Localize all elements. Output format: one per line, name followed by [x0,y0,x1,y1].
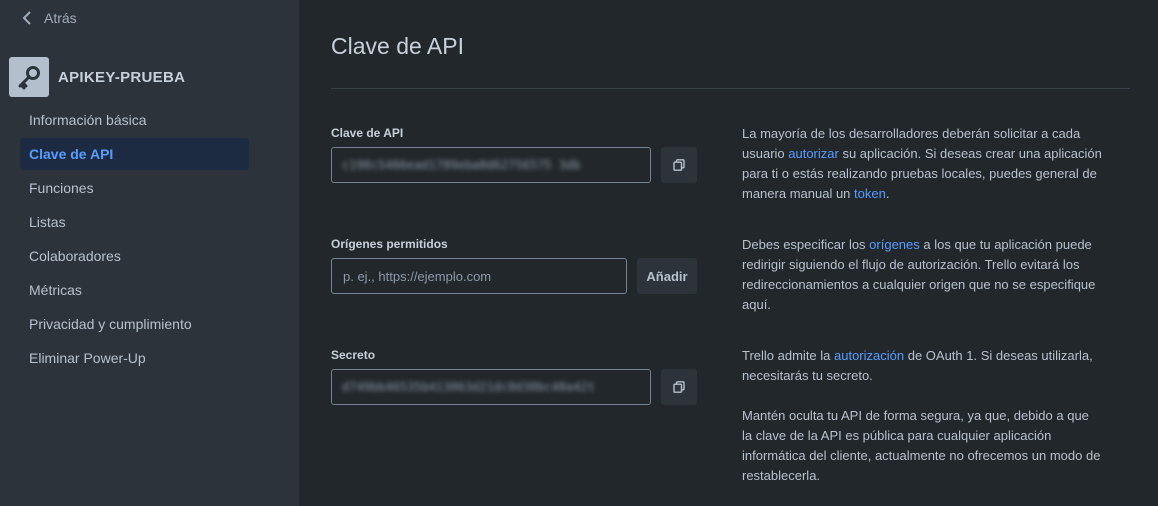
app-name: APIKEY-PRUEBA [58,68,186,86]
sidebar-item-eliminar-power-up[interactable]: Eliminar Power-Up [20,342,249,374]
sidebar: Atrás APIKEY-PRUEBA Información básica C… [0,0,299,506]
autorizacion-link[interactable]: autorización [834,348,904,363]
main-content: Clave de API Clave de API c190c5466ead17… [331,0,1130,506]
copy-api-key-button[interactable] [661,147,697,183]
sidebar-item-metricas[interactable]: Métricas [20,274,249,306]
origenes-link[interactable]: orígenes [869,237,920,252]
chevron-left-icon [22,11,31,25]
origin-input[interactable] [331,258,627,294]
api-key-field[interactable]: c190c5466ead1789eba0d62756575 3db [331,147,651,183]
secret-label: Secreto [331,348,376,362]
back-link[interactable]: Atrás [22,8,77,28]
key-icon [9,57,49,97]
token-link[interactable]: token [854,186,886,201]
sidebar-item-privacidad[interactable]: Privacidad y cumplimiento [20,308,249,340]
copy-icon [673,159,685,171]
app-header: APIKEY-PRUEBA [9,57,185,97]
secret-description: Trello admite la autorización de OAuth 1… [742,346,1102,386]
sidebar-item-listas[interactable]: Listas [20,206,249,238]
sidebar-item-informacion-basica[interactable]: Información básica [20,104,249,136]
copy-icon [673,381,685,393]
back-label: Atrás [44,10,77,26]
origins-label: Orígenes permitidos [331,237,448,251]
autorizar-link[interactable]: autorizar [788,146,839,161]
add-origin-button[interactable]: Añadir [637,258,697,294]
secret-note: Mantén oculta tu API de forma segura, ya… [742,408,1101,483]
origins-desc-text: Debes especificar los [742,237,870,252]
api-key-description: La mayoría de los desarrolladores deberá… [742,124,1102,204]
origins-description: Debes especificar los orígenes a los que… [742,235,1102,315]
secret-field[interactable]: d749bb46535b413063d21dc0d30bc48a42t [331,369,651,405]
divider [331,88,1130,89]
api-key-desc-text-3: . [885,186,890,201]
copy-secret-button[interactable] [661,369,697,405]
api-key-value: c190c5466ead1789eba0d62756575 3db [342,158,581,172]
sidebar-item-funciones[interactable]: Funciones [20,172,249,204]
page-title: Clave de API [331,33,464,59]
api-key-label: Clave de API [331,126,404,140]
sidebar-nav: Información básica Clave de API Funcione… [20,104,249,376]
secret-value: d749bb46535b413063d21dc0d30bc48a42t [342,380,595,394]
secret-desc-text: Trello admite la [742,348,834,363]
sidebar-item-clave-de-api[interactable]: Clave de API [20,138,249,170]
sidebar-item-colaboradores[interactable]: Colaboradores [20,240,249,272]
